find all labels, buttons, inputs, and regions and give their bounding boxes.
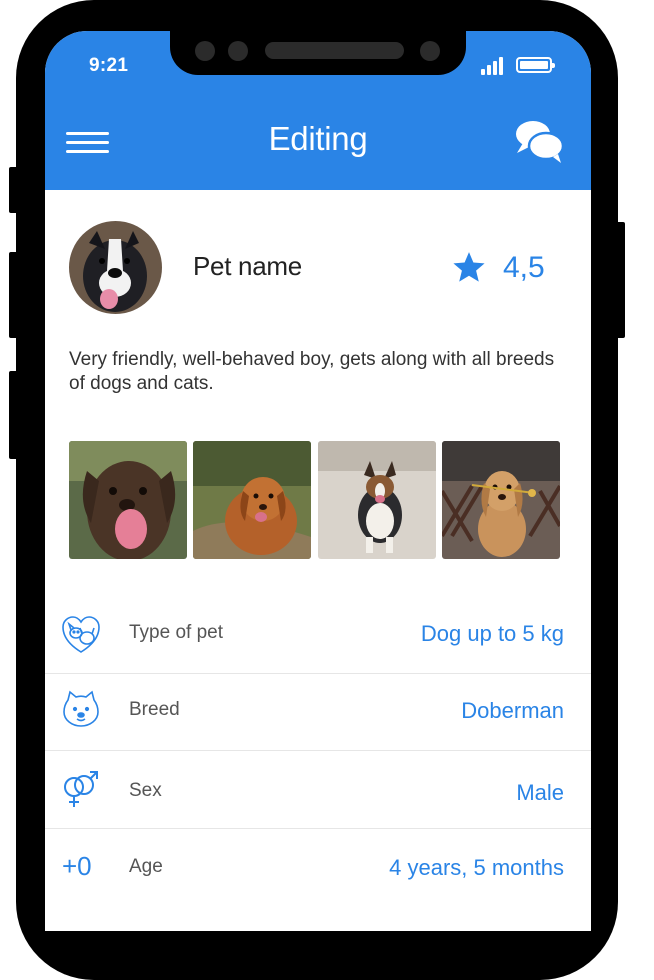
gallery-photo[interactable] — [318, 441, 436, 559]
app-header: 9:21 Editing — [45, 31, 591, 190]
phone-silent-switch — [9, 167, 18, 213]
notch-sensor — [195, 41, 215, 61]
detail-label: Sex — [129, 780, 162, 801]
detail-row-sex[interactable]: Sex Male — [45, 751, 591, 829]
detail-value[interactable]: Dog up to 5 kg — [421, 621, 564, 647]
detail-row-age[interactable]: +0 Age 4 years, 5 months — [45, 829, 591, 909]
detail-label: Breed — [129, 699, 180, 720]
battery-icon — [516, 57, 555, 73]
signal-icon — [481, 57, 507, 75]
detail-value[interactable]: 4 years, 5 months — [389, 855, 564, 881]
chat-bubbles-icon[interactable] — [513, 117, 567, 165]
detail-value[interactable]: Doberman — [461, 698, 564, 724]
gallery-photo[interactable] — [69, 441, 187, 559]
detail-value[interactable]: Male — [516, 780, 564, 806]
pet-name: Pet name — [193, 251, 302, 281]
detail-row-type-of-pet[interactable]: Type of pet Dog up to 5 kg — [45, 597, 591, 674]
gallery-photo[interactable] — [193, 441, 311, 559]
star-icon — [453, 252, 485, 282]
phone-volume-down — [9, 371, 18, 459]
front-camera — [420, 41, 440, 61]
detail-label: Age — [129, 856, 163, 877]
phone-notch — [170, 31, 466, 75]
detail-row-breed[interactable]: Breed Doberman — [45, 674, 591, 751]
page-title: Editing — [268, 120, 368, 157]
pet-rating: 4,5 — [452, 248, 572, 288]
status-time: 9:21 — [89, 55, 129, 76]
notch-speaker — [265, 42, 404, 59]
pets-icon — [60, 614, 102, 656]
app-screen: 9:21 Editing Pet name 4,5 Very friendly,… — [45, 31, 591, 931]
age-icon: +0 — [62, 851, 92, 881]
gallery-photo[interactable] — [442, 441, 560, 559]
phone-power-button — [616, 222, 625, 338]
dog-face-icon — [60, 688, 102, 730]
notch-sensor — [228, 41, 248, 61]
detail-label: Type of pet — [129, 622, 224, 643]
pet-avatar[interactable] — [69, 221, 162, 314]
pet-description: Very friendly, well-behaved boy, gets al… — [69, 349, 555, 394]
phone-volume-up — [9, 252, 18, 338]
rating-value: 4,5 — [503, 251, 545, 284]
gender-icon — [60, 769, 102, 811]
